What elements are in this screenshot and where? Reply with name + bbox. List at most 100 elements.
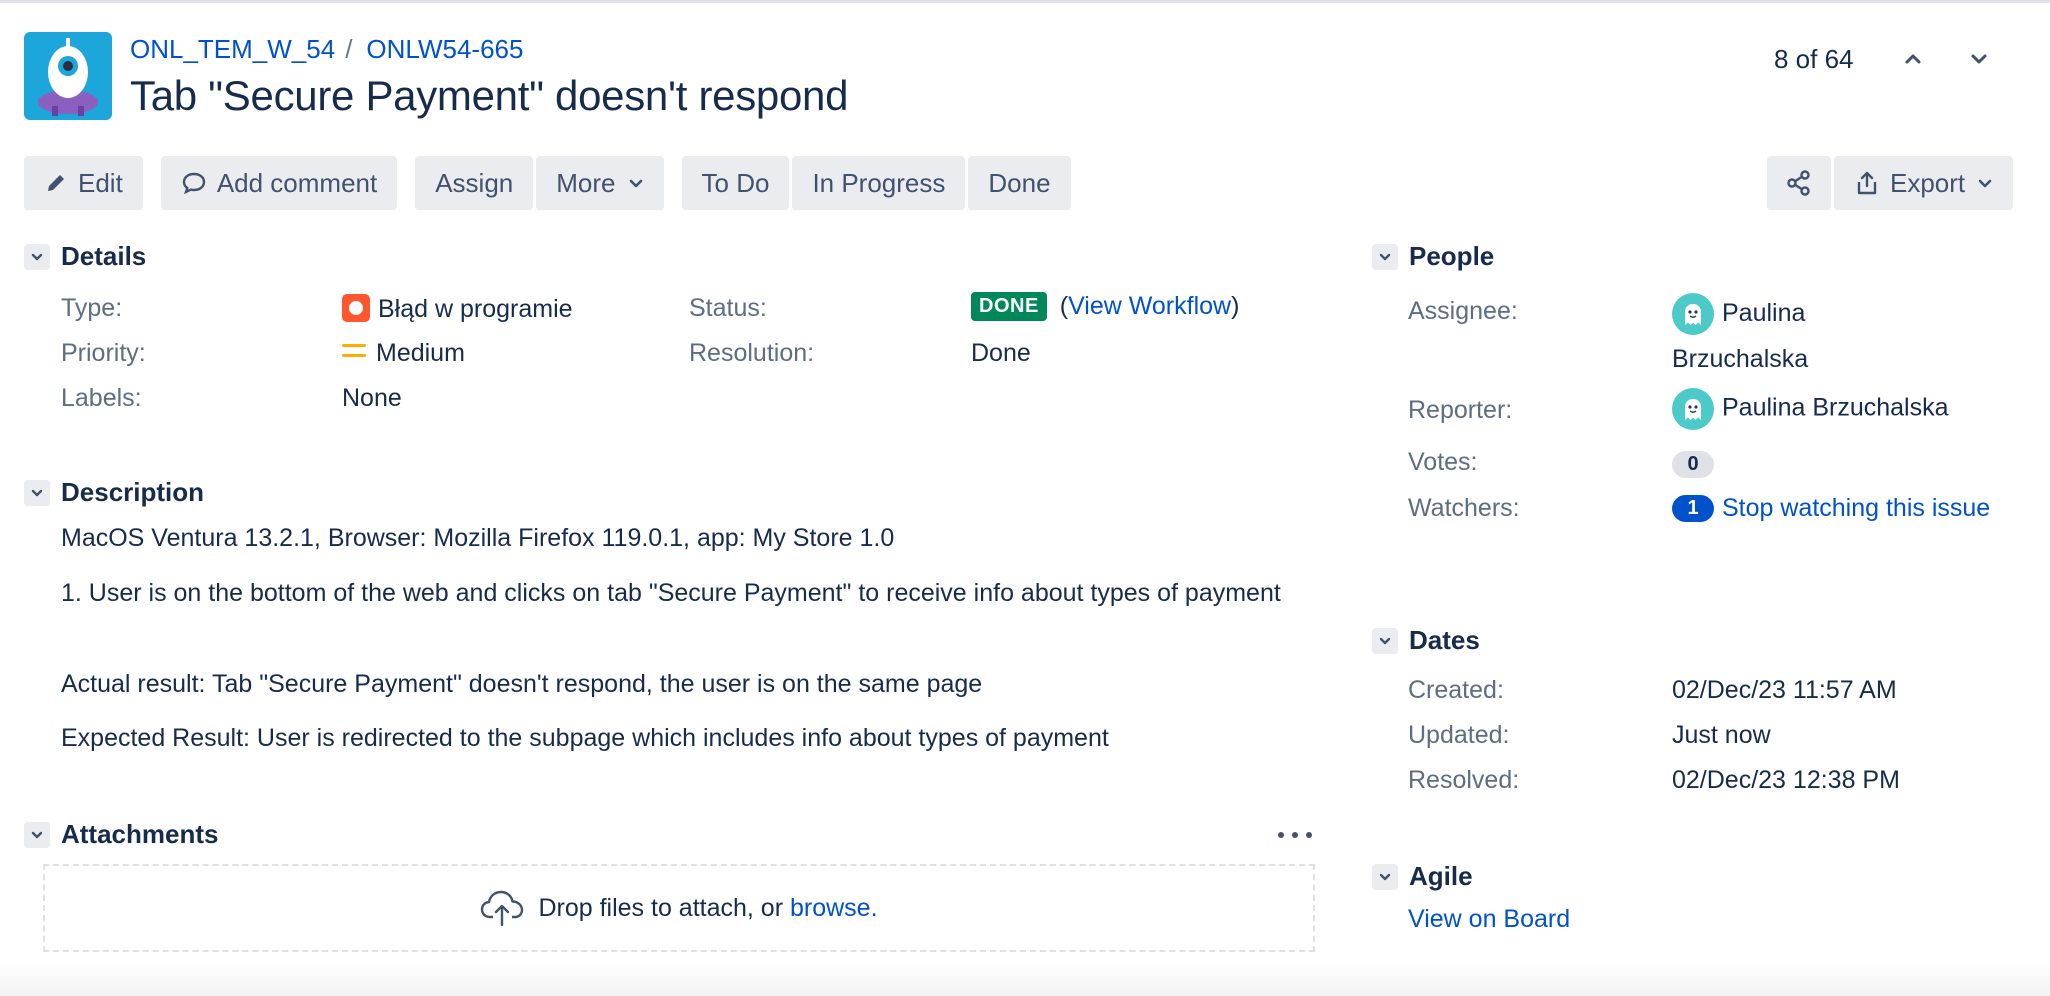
priority-value: Medium: [342, 339, 465, 368]
status-label: Status:: [689, 294, 767, 322]
more-label: More: [556, 167, 616, 198]
type-value-text: Błąd w programie: [378, 295, 573, 323]
upload-cloud-icon: [481, 890, 524, 927]
status-badge: DONE: [971, 292, 1047, 321]
next-issue-button[interactable]: [1964, 44, 1994, 74]
more-button[interactable]: More: [536, 156, 664, 210]
updated-label: Updated:: [1408, 721, 1510, 749]
view-workflow-link[interactable]: View Workflow: [1068, 292, 1231, 320]
assignee-value[interactable]: Paulina Brzuchalska: [1672, 290, 1872, 382]
top-border: [0, 0, 2050, 3]
description-collapse-toggle[interactable]: [24, 479, 50, 506]
comment-icon: [182, 172, 206, 195]
assign-button[interactable]: Assign: [415, 156, 534, 210]
assignee-label: Assignee:: [1408, 297, 1518, 325]
stop-watching-link[interactable]: Stop watching this issue: [1722, 494, 1990, 522]
details-collapse-toggle[interactable]: [24, 243, 50, 270]
priority-value-text: Medium: [376, 339, 465, 367]
reporter-value[interactable]: Paulina Brzuchalska: [1672, 388, 1949, 430]
add-comment-label: Add comment: [216, 167, 378, 198]
breadcrumb-project-link[interactable]: ONL_TEM_W_54: [130, 34, 335, 64]
issue-toolbar: Edit Add comment Assign More To Do In Pr…: [24, 156, 1074, 210]
issue-pager-count: 8 of 64: [1774, 44, 1854, 74]
people-collapse-toggle[interactable]: [1372, 243, 1398, 270]
attachments-collapse-toggle[interactable]: [24, 821, 50, 848]
description-line: Expected Result: User is redirected to t…: [61, 724, 1109, 752]
chevron-down-icon: [1379, 253, 1391, 260]
description-line: 1. User is on the bottom of the web and …: [61, 579, 1281, 607]
dates-section-header: Dates: [1372, 625, 1480, 656]
votes-value[interactable]: 0: [1672, 448, 1714, 478]
chevron-up-icon: [1905, 54, 1921, 64]
chevron-down-icon: [1379, 873, 1391, 880]
votes-label: Votes:: [1408, 448, 1478, 476]
breadcrumb-separator: /: [345, 34, 353, 64]
status-to-do-button[interactable]: To Do: [681, 156, 790, 210]
priority-medium-icon: [342, 343, 366, 359]
resolved-value: 02/Dec/23 12:38 PM: [1672, 766, 1900, 794]
created-label: Created:: [1408, 676, 1504, 704]
add-comment-button[interactable]: Add comment: [160, 156, 398, 210]
breadcrumb: ONL_TEM_W_54 / ONLW54-665: [130, 34, 523, 65]
previous-issue-button[interactable]: [1898, 44, 1928, 74]
chevron-down-icon: [1971, 54, 1987, 64]
votes-count-badge: 0: [1672, 451, 1714, 478]
priority-label: Priority:: [61, 339, 146, 367]
chevron-down-icon: [31, 831, 43, 838]
agile-section-header: Agile: [1372, 861, 1473, 892]
issue-toolbar-right: Export: [1767, 156, 2016, 210]
breadcrumb-issue-link[interactable]: ONLW54-665: [366, 34, 523, 64]
chevron-down-icon: [31, 253, 43, 260]
in-progress-label: In Progress: [812, 167, 946, 198]
to-do-label: To Do: [701, 167, 770, 198]
details-section-header: Details: [24, 241, 146, 272]
status-in-progress-button[interactable]: In Progress: [792, 156, 966, 210]
more-icon[interactable]: [1278, 826, 1312, 844]
user-avatar-icon: [1672, 388, 1714, 430]
reporter-label: Reporter:: [1408, 396, 1513, 424]
dates-collapse-toggle[interactable]: [1372, 627, 1398, 654]
done-label: Done: [988, 167, 1051, 198]
export-button[interactable]: Export: [1834, 156, 2014, 210]
updated-value: Just now: [1672, 721, 1771, 749]
attachment-dropzone[interactable]: Drop files to attach, or browse.: [43, 864, 1315, 952]
people-section-header: People: [1372, 241, 1494, 272]
watchers-count-badge[interactable]: 1: [1672, 495, 1714, 522]
project-avatar-icon[interactable]: [24, 32, 112, 120]
export-label: Export: [1890, 167, 1966, 198]
status-value: DONE (View Workflow): [971, 292, 1239, 321]
description-line: MacOS Ventura 13.2.1, Browser: Mozilla F…: [61, 524, 895, 552]
description-heading: Description: [61, 477, 205, 507]
issue-title: Tab "Secure Payment" doesn't respond: [130, 72, 849, 119]
status-done-button[interactable]: Done: [968, 156, 1071, 210]
pencil-icon: [48, 175, 64, 191]
attachments-heading: Attachments: [61, 819, 219, 849]
created-value: 02/Dec/23 11:57 AM: [1672, 676, 1897, 704]
dropzone-text: Drop files to attach, or: [538, 893, 790, 922]
export-icon: [1857, 171, 1877, 195]
bug-icon: [342, 294, 370, 322]
edit-button[interactable]: Edit: [24, 156, 143, 210]
attachments-section-header: Attachments: [24, 819, 218, 850]
user-avatar-icon: [1672, 293, 1714, 336]
agile-heading: Agile: [1409, 861, 1473, 891]
resolution-value: Done: [971, 339, 1031, 367]
labels-label: Labels:: [61, 384, 142, 412]
view-on-board-link[interactable]: View on Board: [1408, 905, 1570, 934]
share-button[interactable]: [1767, 156, 1831, 210]
type-value: Błąd w programie: [342, 294, 573, 324]
labels-value: None: [342, 384, 402, 412]
people-heading: People: [1409, 241, 1495, 271]
edit-button-label: Edit: [78, 167, 123, 198]
browse-link[interactable]: browse.: [790, 894, 878, 923]
details-heading: Details: [61, 241, 147, 271]
dates-heading: Dates: [1409, 625, 1480, 655]
agile-collapse-toggle[interactable]: [1372, 863, 1398, 890]
type-label: Type:: [61, 294, 123, 322]
reporter-name: Paulina Brzuchalska: [1722, 393, 1949, 422]
resolution-label: Resolution:: [689, 339, 815, 367]
description-line: Actual result: Tab "Secure Payment" does…: [61, 670, 983, 698]
chevron-down-icon: [31, 489, 43, 496]
resolved-label: Resolved:: [1408, 766, 1520, 794]
bottom-fade: [0, 962, 2050, 996]
